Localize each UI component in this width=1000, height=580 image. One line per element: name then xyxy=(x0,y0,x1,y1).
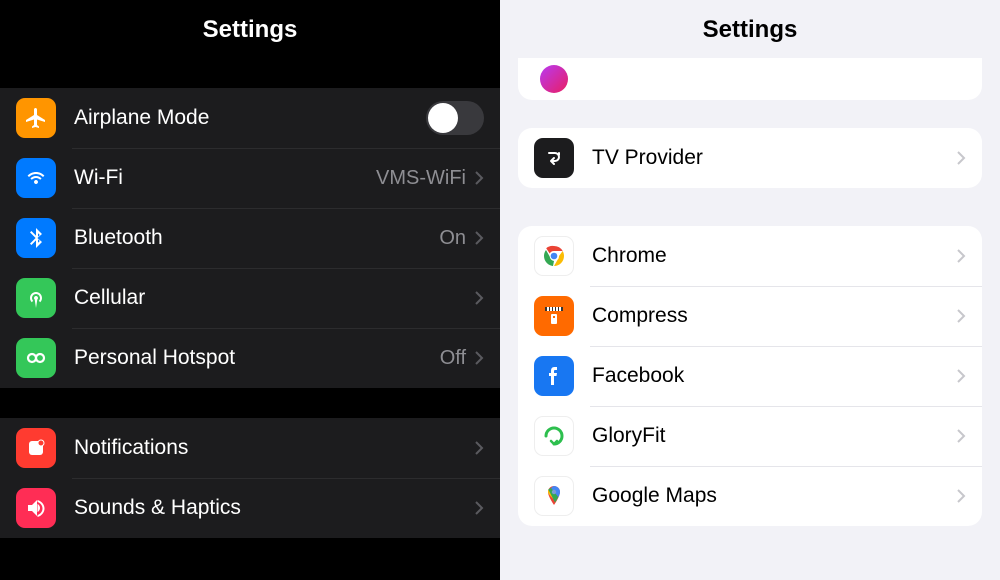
bluetooth-label: Bluetooth xyxy=(74,226,439,250)
facebook-row[interactable]: Facebook xyxy=(518,346,982,406)
compress-label: Compress xyxy=(592,304,956,328)
bluetooth-row[interactable]: Bluetooth On xyxy=(0,208,500,268)
hotspot-label: Personal Hotspot xyxy=(74,346,440,370)
tv-provider-label: TV Provider xyxy=(592,146,956,170)
sounds-label: Sounds & Haptics xyxy=(74,496,474,520)
wifi-row[interactable]: Wi-Fi VMS-WiFi xyxy=(0,148,500,208)
chevron-right-icon xyxy=(956,488,966,504)
chevron-right-icon xyxy=(956,248,966,264)
gloryfit-label: GloryFit xyxy=(592,424,956,448)
settings-light-pane: Settings TV Provider Chrome Compress xyxy=(500,0,1000,580)
hotspot-value: Off xyxy=(440,347,466,370)
tv-provider-row[interactable]: TV Provider xyxy=(518,128,982,188)
cellular-icon xyxy=(16,278,56,318)
wifi-value: VMS-WiFi xyxy=(376,167,466,190)
facebook-label: Facebook xyxy=(592,364,956,388)
sounds-icon xyxy=(16,488,56,528)
chevron-right-icon xyxy=(474,170,484,186)
googlemaps-label: Google Maps xyxy=(592,484,956,508)
chevron-right-icon xyxy=(474,290,484,306)
bluetooth-icon xyxy=(16,218,56,258)
page-title: Settings xyxy=(500,0,1000,58)
compress-icon xyxy=(534,296,574,336)
chevron-right-icon xyxy=(956,428,966,444)
gloryfit-icon xyxy=(534,416,574,456)
chevron-right-icon xyxy=(474,230,484,246)
page-title: Settings xyxy=(0,0,500,58)
wifi-icon xyxy=(16,158,56,198)
facebook-icon xyxy=(534,356,574,396)
partial-app-icon xyxy=(540,65,568,93)
hotspot-icon xyxy=(16,338,56,378)
partial-previous-group xyxy=(518,58,982,100)
airplane-toggle[interactable] xyxy=(426,101,484,135)
gloryfit-row[interactable]: GloryFit xyxy=(518,406,982,466)
airplane-mode-row[interactable]: Airplane Mode xyxy=(0,88,500,148)
wifi-label: Wi-Fi xyxy=(74,166,376,190)
chrome-label: Chrome xyxy=(592,244,956,268)
chevron-right-icon xyxy=(956,308,966,324)
connectivity-group: Airplane Mode Wi-Fi VMS-WiFi Bluetooth O… xyxy=(0,88,500,388)
googlemaps-row[interactable]: Google Maps xyxy=(518,466,982,526)
system-group: Notifications Sounds & Haptics xyxy=(0,418,500,538)
section-gap xyxy=(0,388,500,418)
cellular-row[interactable]: Cellular xyxy=(0,268,500,328)
airplane-icon xyxy=(16,98,56,138)
airplane-label: Airplane Mode xyxy=(74,106,426,130)
section-gap xyxy=(0,58,500,88)
chrome-icon xyxy=(534,236,574,276)
chevron-right-icon xyxy=(956,368,966,384)
settings-dark-pane: Settings Airplane Mode Wi-Fi VMS-WiFi Bl… xyxy=(0,0,500,580)
chevron-right-icon xyxy=(474,500,484,516)
hotspot-row[interactable]: Personal Hotspot Off xyxy=(0,328,500,388)
tv-provider-group: TV Provider xyxy=(518,128,982,188)
notifications-icon xyxy=(16,428,56,468)
compress-row[interactable]: Compress xyxy=(518,286,982,346)
chevron-right-icon xyxy=(474,440,484,456)
cellular-label: Cellular xyxy=(74,286,474,310)
bluetooth-value: On xyxy=(439,227,466,250)
section-gap xyxy=(500,188,1000,226)
section-gap xyxy=(500,100,1000,128)
chevron-right-icon xyxy=(956,150,966,166)
apps-group: Chrome Compress Facebook GloryFit xyxy=(518,226,982,526)
tv-provider-icon xyxy=(534,138,574,178)
sounds-row[interactable]: Sounds & Haptics xyxy=(0,478,500,538)
chevron-right-icon xyxy=(474,350,484,366)
googlemaps-icon xyxy=(534,476,574,516)
notifications-label: Notifications xyxy=(74,436,474,460)
chrome-row[interactable]: Chrome xyxy=(518,226,982,286)
notifications-row[interactable]: Notifications xyxy=(0,418,500,478)
